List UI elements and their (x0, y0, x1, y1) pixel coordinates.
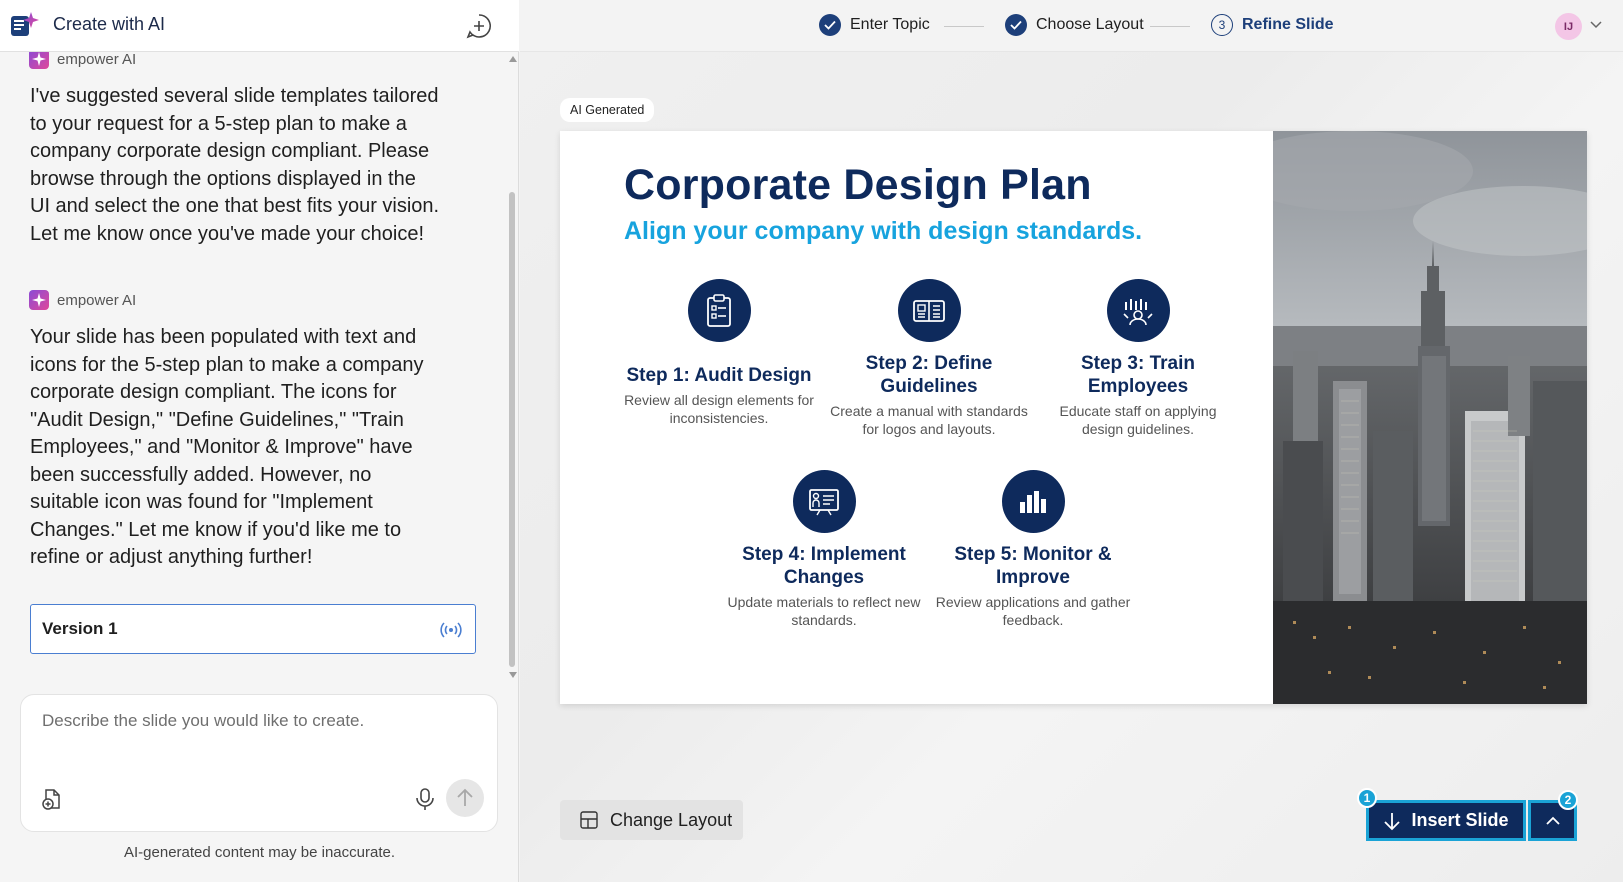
step-label: Choose Layout (1036, 16, 1144, 33)
step-description: Update materials to reflect new standard… (727, 594, 921, 628)
step-title: Step 3: Train Employees (1080, 353, 1196, 397)
arrow-down-icon (1384, 812, 1401, 830)
check-icon (1005, 14, 1027, 36)
message-sender: empower AI (29, 290, 136, 310)
change-layout-label: Change Layout (610, 809, 733, 830)
slide-preview[interactable]: Corporate Design Plan Align your company… (560, 131, 1587, 704)
book-icon (913, 299, 945, 322)
step-marker: 1 (1357, 788, 1377, 808)
step-description: Create a manual with standards for logos… (830, 403, 1028, 437)
team-icon (1123, 298, 1153, 325)
step-icon-circle (792, 470, 856, 533)
step-choose-layout[interactable]: Choose Layout (1005, 14, 1144, 36)
message-text: Your slide has been populated with text … (30, 326, 424, 568)
message-sender: empower AI (29, 52, 136, 69)
ai-sparkle-icon (29, 290, 49, 310)
plan-step: Step 1: Audit Design Review all design e… (619, 279, 819, 427)
plan-step: Step 2: Define Guidelines Create a manua… (829, 279, 1029, 438)
broadcast-icon (440, 622, 462, 638)
step-refine-slide[interactable]: 3 Refine Slide (1211, 14, 1334, 36)
step-title: Step 4: Implement Changes (742, 544, 906, 588)
attach-file-icon[interactable] (40, 787, 64, 811)
step-icon-circle (687, 279, 751, 342)
chevron-up-icon (1545, 816, 1560, 825)
city-skyline-image (1273, 131, 1587, 704)
ai-sparkle-icon (29, 52, 49, 69)
ai-generated-badge: AI Generated (560, 98, 655, 122)
insert-slide-button[interactable]: Insert Slide (1366, 800, 1526, 841)
step-icon-circle (1001, 470, 1065, 533)
app-logo-icon (11, 12, 39, 36)
step-title: Step 5: Monitor & Improve (954, 544, 1112, 588)
step-number: 3 (1211, 14, 1233, 36)
clipboard-icon (707, 293, 731, 327)
step-title: Step 1: Audit Design (626, 365, 812, 386)
slide-subtitle: Align your company with design standards… (624, 217, 1143, 245)
bar-chart-icon (1020, 490, 1046, 513)
message-text: I've suggested several slide templates t… (30, 85, 440, 245)
scroll-thumb[interactable] (509, 192, 515, 667)
version-label: Version 1 (42, 619, 118, 638)
step-marker: 2 (1558, 790, 1578, 810)
presentation-icon (809, 488, 839, 515)
step-description: Review applications and gather feedback. (935, 594, 1131, 628)
workspace: Enter Topic Choose Layout 3 Refine Slide… (520, 0, 1623, 882)
step-icon-circle (1106, 279, 1170, 342)
layout-icon (580, 811, 598, 829)
step-label: Enter Topic (850, 16, 930, 33)
wizard-stepper: Enter Topic Choose Layout 3 Refine Slide… (520, 0, 1623, 52)
step-description: Educate staff on applying design guideli… (1059, 403, 1217, 437)
step-connector (944, 26, 984, 27)
chat-history: empower AI I've suggested several slide … (0, 52, 505, 680)
step-title: Step 2: Define Guidelines (865, 353, 993, 397)
insert-slide-label: Insert Slide (1411, 810, 1509, 830)
microphone-icon[interactable] (414, 787, 436, 811)
step-enter-topic[interactable]: Enter Topic (819, 14, 930, 36)
check-icon (819, 14, 841, 36)
chat-scrollbar[interactable] (506, 52, 519, 680)
scroll-down-icon[interactable] (509, 672, 517, 678)
chevron-down-icon[interactable] (1590, 21, 1602, 29)
plan-step: Step 5: Monitor & Improve Review applica… (933, 470, 1133, 629)
version-card[interactable]: Version 1 (30, 604, 476, 654)
prompt-input[interactable] (42, 711, 472, 731)
ai-disclaimer: AI-generated content may be inaccurate. (124, 844, 395, 861)
arrow-up-icon (457, 788, 473, 806)
chat-panel: Create with AI empower AI I've suggested… (0, 0, 519, 882)
step-icon-circle (897, 279, 961, 342)
plan-step: Step 3: Train Employees Educate staff on… (1038, 279, 1238, 438)
scroll-up-icon[interactable] (509, 56, 517, 62)
step-label: Refine Slide (1242, 16, 1334, 33)
app-title: Create with AI (53, 14, 166, 34)
plan-step: Step 4: Implement Changes Update materia… (724, 470, 924, 629)
chat-header: Create with AI (0, 0, 519, 52)
user-avatar[interactable]: IJ (1555, 13, 1582, 40)
change-layout-button[interactable]: Change Layout (560, 800, 743, 840)
step-connector (1150, 26, 1190, 27)
new-chat-icon[interactable] (466, 13, 492, 39)
step-description: Review all design elements for inconsist… (624, 392, 814, 426)
composer (20, 694, 498, 832)
send-button[interactable] (446, 779, 484, 817)
slide-title: Corporate Design Plan (624, 161, 1092, 209)
